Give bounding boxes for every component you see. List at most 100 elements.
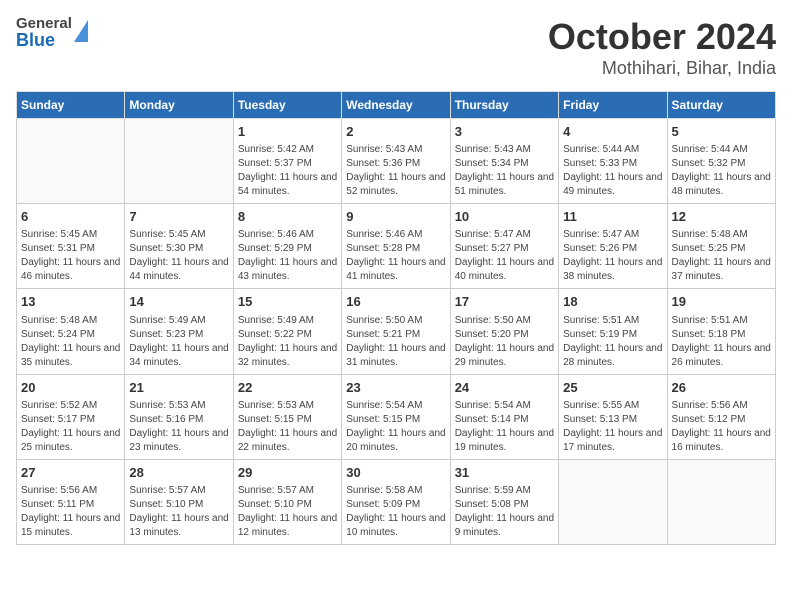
sunset-text: Sunset: 5:26 PM bbox=[563, 243, 637, 254]
calendar-week-row: 13Sunrise: 5:48 AMSunset: 5:24 PMDayligh… bbox=[17, 289, 776, 374]
day-info: Sunrise: 5:59 AMSunset: 5:08 PMDaylight:… bbox=[455, 484, 554, 540]
day-info: Sunrise: 5:46 AM Sunset: 5:29 PM Daylight:… bbox=[238, 228, 337, 284]
daylight-text: Daylight: 11 hours and 43 minutes. bbox=[238, 257, 337, 282]
sunset-text: Sunset: 5:31 PM bbox=[21, 243, 95, 254]
sunrise-text: Sunrise: 5:58 AM bbox=[346, 485, 422, 496]
day-info: Sunrise: 5:43 AMSunset: 5:36 PMDaylight:… bbox=[346, 143, 445, 199]
sunrise-text: Sunrise: 5:52 AM bbox=[21, 400, 97, 411]
table-row: 3Sunrise: 5:43 AMSunset: 5:34 PMDaylight… bbox=[450, 119, 558, 204]
table-row: 28 Sunrise: 5:57 AM Sunset: 5:10 PM Dayligh… bbox=[125, 459, 233, 544]
sunset-text: Sunset: 5:37 PM bbox=[238, 158, 312, 169]
daylight-text: Daylight: 11 hours and 12 minutes. bbox=[238, 513, 337, 538]
sunset-text: Sunset: 5:24 PM bbox=[21, 329, 95, 340]
table-row: 12Sunrise: 5:48 AMSunset: 5:25 PMDayligh… bbox=[667, 204, 775, 289]
daylight-text: Daylight: 11 hours and 29 minutes. bbox=[455, 343, 554, 368]
table-row: 17Sunrise: 5:50 AMSunset: 5:20 PMDayligh… bbox=[450, 289, 558, 374]
day-info: Sunrise: 5:49 AMSunset: 5:23 PMDaylight:… bbox=[129, 314, 228, 370]
sunrise-text: Sunrise: 5:47 AM bbox=[455, 229, 531, 240]
sunset-text: Sunset: 5:29 PM bbox=[238, 243, 312, 254]
daylight-text: Daylight: 11 hours and 17 minutes. bbox=[563, 428, 662, 453]
daylight-text: Daylight: 11 hours and 13 minutes. bbox=[129, 513, 228, 538]
sunset-text: Sunset: 5:10 PM bbox=[129, 499, 203, 510]
table-row: 7Sunrise: 5:45 AMSunset: 5:30 PMDaylight… bbox=[125, 204, 233, 289]
sunset-text: Sunset: 5:22 PM bbox=[238, 329, 312, 340]
sunrise-text: Sunrise: 5:51 AM bbox=[672, 315, 748, 326]
table-row: 19Sunrise: 5:51 AMSunset: 5:18 PMDayligh… bbox=[667, 289, 775, 374]
day-number: 25 bbox=[563, 379, 662, 397]
day-number: 29 bbox=[238, 464, 337, 482]
sunrise-text: Sunrise: 5:47 AM bbox=[563, 229, 639, 240]
table-row: 23Sunrise: 5:54 AMSunset: 5:15 PMDayligh… bbox=[342, 374, 450, 459]
logo-general: General bbox=[16, 16, 72, 31]
table-row: 18Sunrise: 5:51 AMSunset: 5:19 PMDayligh… bbox=[559, 289, 667, 374]
sunset-text: Sunset: 5:32 PM bbox=[672, 158, 746, 169]
day-info: Sunrise: 5:56 AMSunset: 5:11 PMDaylight:… bbox=[21, 484, 120, 540]
day-info: Sunrise: 5:57 AM Sunset: 5:10 PM Daylight:… bbox=[129, 484, 228, 540]
weekday-header-row: Sunday Monday Tuesday Wednesday Thursday… bbox=[17, 92, 776, 119]
day-number: 28 bbox=[129, 464, 228, 482]
sunrise-text: Sunrise: 5:46 AM bbox=[346, 229, 422, 240]
page-header: General Blue October 2024 Mothihari, Bih… bbox=[16, 16, 776, 79]
sunrise-text: Sunrise: 5:57 AM bbox=[129, 485, 205, 496]
day-number: 20 bbox=[21, 379, 120, 397]
day-number: 5 bbox=[672, 123, 771, 141]
sunrise-text: Sunrise: 5:57 AM bbox=[238, 485, 314, 496]
day-info: Sunrise: 5:50 AMSunset: 5:21 PMDaylight:… bbox=[346, 314, 445, 370]
sunrise-text: Sunrise: 5:54 AM bbox=[346, 400, 422, 411]
title-block: October 2024 Mothihari, Bihar, India bbox=[548, 16, 776, 79]
day-number: 27 bbox=[21, 464, 120, 482]
sunrise-text: Sunrise: 5:53 AM bbox=[129, 400, 205, 411]
header-saturday: Saturday bbox=[667, 92, 775, 119]
day-number: 6 bbox=[21, 208, 120, 226]
daylight-text: Daylight: 11 hours and 26 minutes. bbox=[672, 343, 771, 368]
calendar-subtitle: Mothihari, Bihar, India bbox=[548, 58, 776, 79]
table-row: 31 Sunrise: 5:59 AMSunset: 5:08 PMDayligh… bbox=[450, 459, 558, 544]
day-info: Sunrise: 5:46 AMSunset: 5:28 PMDaylight:… bbox=[346, 228, 445, 284]
day-info: Sunrise: 5:48 AM Sunset: 5:24 PM Daylight:… bbox=[21, 314, 120, 370]
header-wednesday: Wednesday bbox=[342, 92, 450, 119]
day-number: 1 bbox=[238, 123, 337, 141]
daylight-text: Daylight: 11 hours and 25 minutes. bbox=[21, 428, 120, 453]
day-number: 12 bbox=[672, 208, 771, 226]
table-row: 29Sunrise: 5:57 AMSunset: 5:10 PMDayligh… bbox=[233, 459, 341, 544]
day-info: Sunrise: 5:45 AMSunset: 5:30 PMDaylight:… bbox=[129, 228, 228, 284]
day-info: Sunrise: 5:55 AMSunset: 5:13 PMDaylight:… bbox=[563, 399, 662, 455]
daylight-text: Daylight: 11 hours and 51 minutes. bbox=[455, 172, 554, 197]
header-sunday: Sunday bbox=[17, 92, 125, 119]
day-number: 2 bbox=[346, 123, 445, 141]
daylight-text: Daylight: 11 hours and 31 minutes. bbox=[346, 343, 445, 368]
sunset-text: Sunset: 5:25 PM bbox=[672, 243, 746, 254]
day-number: 14 bbox=[129, 293, 228, 311]
day-number: 3 bbox=[455, 123, 554, 141]
daylight-text: Daylight: 11 hours and 46 minutes. bbox=[21, 257, 120, 282]
daylight-text: Daylight: 11 hours and 23 minutes. bbox=[129, 428, 228, 453]
calendar-week-row: 6Sunrise: 5:45 AMSunset: 5:31 PMDaylight… bbox=[17, 204, 776, 289]
day-number: 21 bbox=[129, 379, 228, 397]
sunset-text: Sunset: 5:14 PM bbox=[455, 414, 529, 425]
daylight-text: Daylight: 11 hours and 19 minutes. bbox=[455, 428, 554, 453]
sunrise-text: Sunrise: 5:48 AM bbox=[21, 315, 97, 326]
day-info: Sunrise: 5:47 AMSunset: 5:26 PMDaylight:… bbox=[563, 228, 662, 284]
day-number: 31 bbox=[455, 464, 554, 482]
sunset-text: Sunset: 5:27 PM bbox=[455, 243, 529, 254]
sunset-text: Sunset: 5:23 PM bbox=[129, 329, 203, 340]
sunrise-text: Sunrise: 5:44 AM bbox=[563, 144, 639, 155]
table-row bbox=[125, 119, 233, 204]
day-info: Sunrise: 5:45 AMSunset: 5:31 PMDaylight:… bbox=[21, 228, 120, 284]
sunset-text: Sunset: 5:19 PM bbox=[563, 329, 637, 340]
table-row: 22Sunrise: 5:53 AMSunset: 5:15 PMDayligh… bbox=[233, 374, 341, 459]
sunrise-text: Sunrise: 5:42 AM bbox=[238, 144, 314, 155]
sunrise-text: Sunrise: 5:51 AM bbox=[563, 315, 639, 326]
logo-arrow-icon bbox=[74, 20, 88, 42]
day-number: 11 bbox=[563, 208, 662, 226]
daylight-text: Daylight: 11 hours and 35 minutes. bbox=[21, 343, 120, 368]
daylight-text: Daylight: 11 hours and 22 minutes. bbox=[238, 428, 337, 453]
sunrise-text: Sunrise: 5:56 AM bbox=[21, 485, 97, 496]
daylight-text: Daylight: 11 hours and 28 minutes. bbox=[563, 343, 662, 368]
sunrise-text: Sunrise: 5:46 AM bbox=[238, 229, 314, 240]
logo-text: General Blue bbox=[16, 16, 72, 49]
table-row: 24Sunrise: 5:54 AMSunset: 5:14 PMDayligh… bbox=[450, 374, 558, 459]
sunrise-text: Sunrise: 5:45 AM bbox=[129, 229, 205, 240]
table-row bbox=[559, 459, 667, 544]
day-number: 24 bbox=[455, 379, 554, 397]
